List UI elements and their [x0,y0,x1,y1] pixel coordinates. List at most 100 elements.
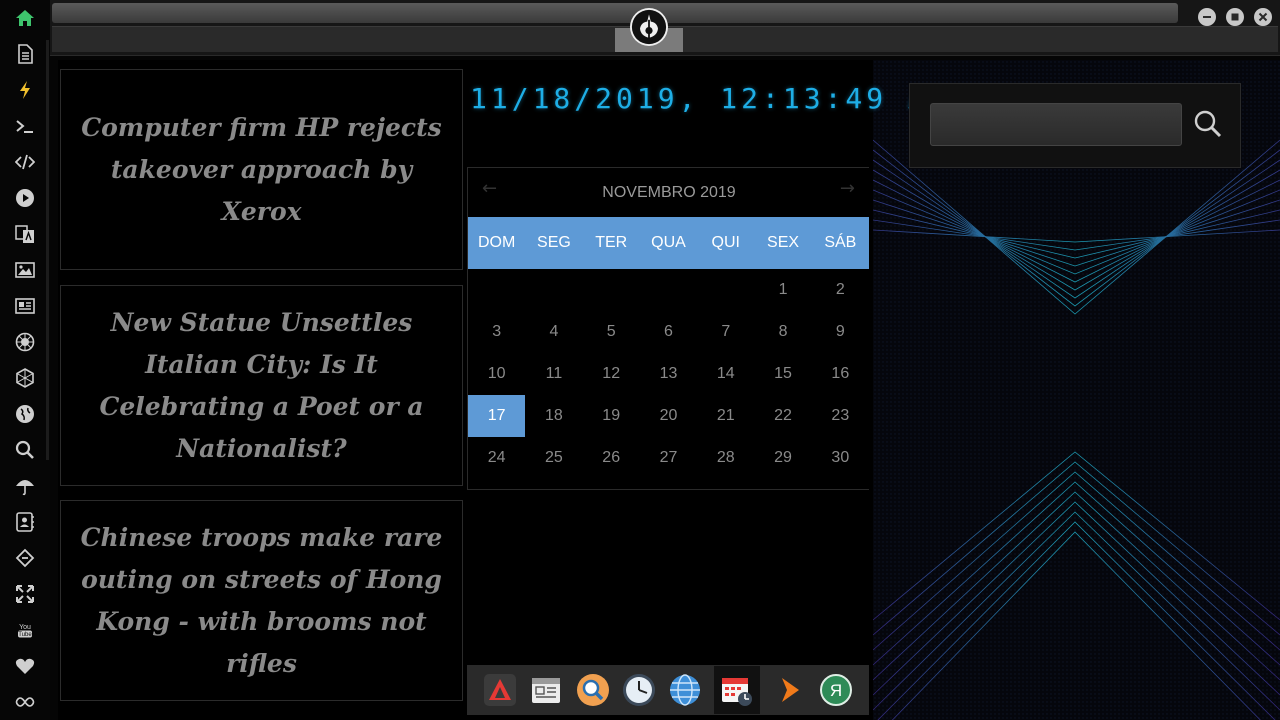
rebel-logo-icon[interactable] [630,8,668,46]
calendar-week-row: 3456789 [468,311,869,353]
calendar-day[interactable]: 3 [468,311,525,353]
svg-text:Я: Я [830,681,842,700]
weekday-label: DOM [477,234,516,251]
close-button[interactable] [1254,8,1272,26]
main-content: Computer firm HP rejects takeover approa… [58,60,1280,720]
calendar-day[interactable]: 4 [525,311,582,353]
weekday-label: QUI [711,234,740,251]
youtube-icon[interactable]: You Tube [13,618,37,642]
sidebar: You Tube [0,0,50,720]
magnifier-icon [1194,110,1222,138]
magnifier-app-icon[interactable] [576,673,610,707]
title-bar [50,0,1280,56]
red-triangle-app-icon[interactable] [483,673,517,707]
calendar-day[interactable]: 30 [812,437,869,479]
maximize-button[interactable] [1226,8,1244,26]
diamond-code-icon[interactable] [13,546,37,570]
calendar-day[interactable]: 19 [583,395,640,437]
document-icon[interactable] [13,42,37,66]
orange-chevron-app-icon[interactable] [773,673,807,707]
home-icon[interactable] [13,6,37,30]
calendar-day [525,269,582,311]
calendar-month-label: NOVEMBRO 2019 [602,184,736,201]
play-icon[interactable] [13,186,37,210]
calendar-day[interactable]: 23 [812,395,869,437]
digital-clock: 11/18/2019, 12:13:49 AM [470,82,950,115]
calendar-day [640,269,697,311]
news-headline[interactable]: Chinese troops make rare outing on stree… [79,517,444,685]
terminal-icon[interactable] [13,114,37,138]
news-headline[interactable]: Computer firm HP rejects takeover approa… [79,107,444,233]
calendar-widget: ← NOVEMBRO 2019 → DOM SEG TER QUA QUI SE… [467,167,869,490]
umbrella-icon[interactable] [13,474,37,498]
news-card[interactable]: Chinese troops make rare outing on stree… [60,500,463,701]
yandex-app-icon[interactable]: Я [819,673,853,707]
news-card[interactable]: Computer firm HP rejects takeover approa… [60,69,463,270]
calendar-day[interactable]: 22 [754,395,811,437]
app-dock: Я [467,665,869,715]
expand-icon[interactable] [13,582,37,606]
search-icon[interactable] [13,438,37,462]
calendar-day[interactable]: 25 [525,437,582,479]
weekday-label: SEG [537,234,571,251]
calendar-day[interactable]: 12 [583,353,640,395]
calendar-day[interactable]: 27 [640,437,697,479]
heart-icon[interactable] [13,654,37,678]
calendar-day[interactable]: 21 [697,395,754,437]
infinity-icon[interactable] [13,690,37,714]
desktop: You Tube Computer firm HP rejects takeov… [0,0,1280,720]
calendar-day[interactable]: 1 [754,269,811,311]
calendar-day[interactable]: 28 [697,437,754,479]
calendar-day [697,269,754,311]
next-month-arrow-icon[interactable]: → [840,178,855,199]
calendar-day-grid: 1 2 3 4 5 6 7 8 9 10 11 12 13 14 15 16 17 18 19 20 21 22 23 24 2… [468,269,869,479]
calendar-week-row: 17 18 19 20 21 22 23 [468,395,869,437]
translate-icon[interactable] [13,222,37,246]
search-button[interactable] [1192,108,1224,140]
calendar-day[interactable]: 26 [583,437,640,479]
calendar-day[interactable]: 13 [640,353,697,395]
calendar-day[interactable]: 5 [583,311,640,353]
calendar-day[interactable]: 18 [525,395,582,437]
hexagon-icon[interactable] [13,366,37,390]
minimize-button[interactable] [1198,8,1216,26]
sidebar-scrollbar[interactable] [46,40,49,460]
calendar-day[interactable]: 10 [468,353,525,395]
globe-icon[interactable] [13,402,37,426]
calendar-clock-app-icon[interactable] [714,666,761,714]
calendar-day[interactable]: 16 [812,353,869,395]
calendar-day[interactable]: 6 [640,311,697,353]
calendar-week-row: 24 25 26 27 28 29 30 [468,437,869,479]
calendar-day[interactable]: 8 [754,311,811,353]
code-icon[interactable] [13,150,37,174]
calendar-weekday-header: DOM SEG TER QUA QUI SEX SÁB [468,217,869,269]
calendar-day[interactable]: 29 [754,437,811,479]
calendar-text-app-icon[interactable] [529,673,563,707]
calendar-day[interactable]: 11 [525,353,582,395]
news-headline[interactable]: New Statue Unsettles Italian City: Is It… [79,302,444,470]
news-card[interactable]: New Statue Unsettles Italian City: Is It… [60,285,463,486]
weekday-label: QUA [651,234,686,251]
lightning-icon[interactable] [13,78,37,102]
calendar-day[interactable]: 15 [754,353,811,395]
svg-text:You: You [19,624,31,631]
calendar-week-row: 10 11 12 13 14 15 16 [468,353,869,395]
calendar-day[interactable]: 14 [697,353,754,395]
calendar-day-selected[interactable]: 17 [468,395,526,437]
address-bar[interactable] [52,3,1178,23]
search-widget [909,83,1241,168]
search-input[interactable] [930,103,1182,146]
calendar-day[interactable]: 7 [697,311,754,353]
image-icon[interactable] [13,258,37,282]
calendar-day[interactable]: 24 [468,437,525,479]
calendar-day[interactable]: 2 [812,269,869,311]
weekday-label: SÁB [824,234,857,251]
rebel-alliance-icon[interactable] [13,330,37,354]
weekday-label: SEX [767,234,800,251]
newspaper-icon[interactable] [13,294,37,318]
calendar-day[interactable]: 9 [812,311,869,353]
globe-app-icon[interactable] [668,673,702,707]
clock-app-icon[interactable] [622,673,656,707]
calendar-day[interactable]: 20 [640,395,697,437]
contacts-icon[interactable] [13,510,37,534]
